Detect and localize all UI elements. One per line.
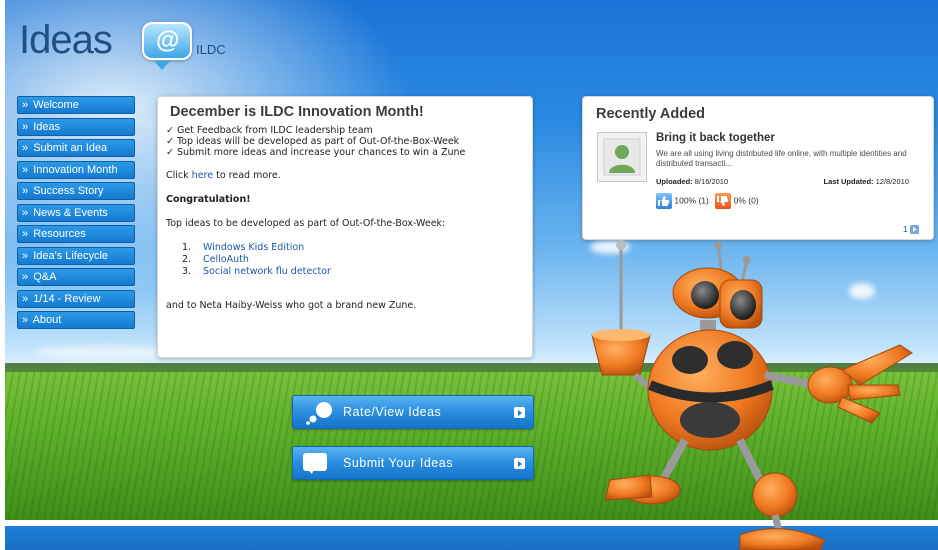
winner-link[interactable]: Windows Kids Edition bbox=[203, 242, 304, 253]
nav-item-submit-idea[interactable]: » Submit an Idea bbox=[17, 139, 135, 157]
nav-bullet: » bbox=[22, 292, 29, 305]
nav-item-innovation-month[interactable]: » Innovation Month bbox=[17, 160, 135, 179]
page-number[interactable]: 1 bbox=[903, 224, 908, 234]
read-more-prefix: Click bbox=[166, 170, 192, 181]
nav-item-review[interactable]: » 1/14 - Review bbox=[17, 289, 135, 308]
idea-meta: Uploaded: 8/16/2010 Last Updated: 12/8/2… bbox=[656, 177, 909, 186]
updated-label: Last Updated: bbox=[823, 177, 874, 186]
check-item: ✓ Top ideas will be developed as part of… bbox=[166, 136, 460, 147]
nav-item-label: Idea's Lifecycle bbox=[33, 249, 109, 262]
panel-title: December is ILDC Innovation Month! bbox=[170, 104, 424, 120]
nav-item-label: News & Events bbox=[33, 206, 108, 219]
congrats-heading: Congratulation! bbox=[166, 194, 251, 205]
nav-item-about[interactable]: » About bbox=[17, 311, 135, 329]
submit-your-ideas-button[interactable]: Submit Your Ideas bbox=[292, 446, 534, 480]
nav-item-label: About bbox=[32, 314, 62, 326]
read-more-suffix: to read more. bbox=[213, 170, 281, 181]
read-more-link[interactable]: here bbox=[192, 170, 213, 181]
uploaded-label: Uploaded: bbox=[656, 177, 693, 186]
rate-bubbles-icon bbox=[306, 402, 332, 425]
winner-link[interactable]: CelloAuth bbox=[203, 254, 249, 265]
recent-title: Recently Added bbox=[596, 106, 706, 122]
nav-item-label: Q&A bbox=[33, 271, 57, 283]
nav-item-label: Ideas bbox=[33, 120, 61, 133]
list-number: 2. bbox=[182, 254, 192, 265]
list-number: 3. bbox=[182, 266, 192, 277]
nav-item-label: Submit an Idea bbox=[33, 142, 108, 154]
nav-bullet: » bbox=[22, 228, 29, 240]
recently-added-panel: Recently Added Bring it back together We… bbox=[582, 96, 934, 240]
idea-description: We are all using living distributed life… bbox=[656, 149, 907, 168]
arrow-right-icon bbox=[514, 458, 525, 469]
submit-button-label: Submit Your Ideas bbox=[343, 456, 453, 470]
nav-bullet: » bbox=[22, 142, 29, 154]
rate-view-ideas-button[interactable]: Rate/View Ideas bbox=[292, 395, 534, 429]
idea-title-link[interactable]: Bring it back together bbox=[656, 132, 775, 144]
page-background: Ideas @ ILDC » Welcome » Ideas » Submit … bbox=[5, 0, 938, 550]
nav-bullet: » bbox=[22, 249, 29, 262]
nav-item-label: Innovation Month bbox=[33, 163, 118, 176]
logo-at-symbol: @ bbox=[156, 27, 180, 54]
nav-item-qa[interactable]: » Q&A bbox=[17, 268, 135, 286]
nav-bullet: » bbox=[22, 314, 29, 326]
vote-row: 100% (1) 0% (0) bbox=[656, 193, 759, 209]
nav-item-welcome[interactable]: » Welcome bbox=[17, 96, 135, 114]
winner-list: 1. Windows Kids Edition 2. CelloAuth 3. Soc… bbox=[182, 242, 524, 278]
robot-mascot-illustration bbox=[591, 240, 913, 550]
thumbs-up-icon[interactable] bbox=[656, 193, 672, 209]
nav-bullet: » bbox=[22, 206, 29, 219]
rate-button-label: Rate/View Ideas bbox=[343, 405, 442, 419]
check-item: ✓ Submit more ideas and increase your ch… bbox=[166, 147, 466, 158]
top-ideas-text: Top ideas to be developed as part of Out… bbox=[166, 218, 446, 229]
logo-bubble-tail bbox=[154, 61, 170, 70]
nav-bullet: » bbox=[22, 99, 29, 111]
nav-item-label: Success Story bbox=[33, 185, 104, 197]
thumbs-down-icon[interactable] bbox=[715, 193, 732, 209]
updated-value: 12/8/2010 bbox=[875, 177, 909, 186]
winner-link[interactable]: Social network flu detector bbox=[203, 266, 331, 277]
nav-bullet: » bbox=[22, 185, 29, 197]
read-more-line: Click here to read more. bbox=[166, 170, 524, 182]
pager: 1 bbox=[903, 224, 919, 234]
down-vote-count: 0% (0) bbox=[733, 195, 759, 206]
nav-item-success-story[interactable]: » Success Story bbox=[17, 182, 135, 200]
check-item: ✓ Get Feedback from ILDC leadership team bbox=[166, 125, 373, 136]
nav-item-news-events[interactable]: » News & Events bbox=[17, 203, 135, 222]
nav-bullet: » bbox=[22, 163, 29, 176]
announcement-panel: December is ILDC Innovation Month! ✓ Get… bbox=[157, 96, 533, 358]
sidebar-nav: » Welcome » Ideas » Submit an Idea » Inn… bbox=[17, 96, 135, 333]
nav-item-label: Welcome bbox=[33, 99, 79, 111]
closing-text: and to Neta Haiby-Weiss who got a brand … bbox=[166, 300, 417, 311]
nav-bullet: » bbox=[22, 271, 29, 283]
list-item: 1. Windows Kids Edition bbox=[182, 242, 524, 254]
next-page-icon[interactable] bbox=[910, 225, 919, 234]
at-bubble-icon: @ bbox=[142, 22, 192, 60]
nav-bullet: » bbox=[22, 120, 29, 133]
nav-item-idea-lifecycle[interactable]: » Idea's Lifecycle bbox=[17, 246, 135, 265]
nav-item-ideas[interactable]: » Ideas bbox=[17, 117, 135, 136]
list-number: 1. bbox=[182, 242, 192, 253]
nav-item-label: 1/14 - Review bbox=[33, 292, 101, 305]
logo-text: Ideas bbox=[19, 18, 113, 62]
logo-subtitle: ILDC bbox=[196, 42, 226, 57]
uploaded-value: 8/16/2010 bbox=[694, 177, 729, 186]
speech-bubble-icon bbox=[303, 453, 327, 474]
list-item: 2. CelloAuth bbox=[182, 254, 524, 266]
list-item: 3. Social network flu detector bbox=[182, 266, 524, 278]
arrow-right-icon bbox=[514, 407, 525, 418]
nav-item-resources[interactable]: » Resources bbox=[17, 225, 135, 243]
nav-item-label: Resources bbox=[33, 228, 86, 240]
cloud bbox=[35, 345, 175, 359]
avatar-icon[interactable] bbox=[597, 132, 647, 182]
up-vote-count: 100% (1) bbox=[674, 195, 709, 206]
